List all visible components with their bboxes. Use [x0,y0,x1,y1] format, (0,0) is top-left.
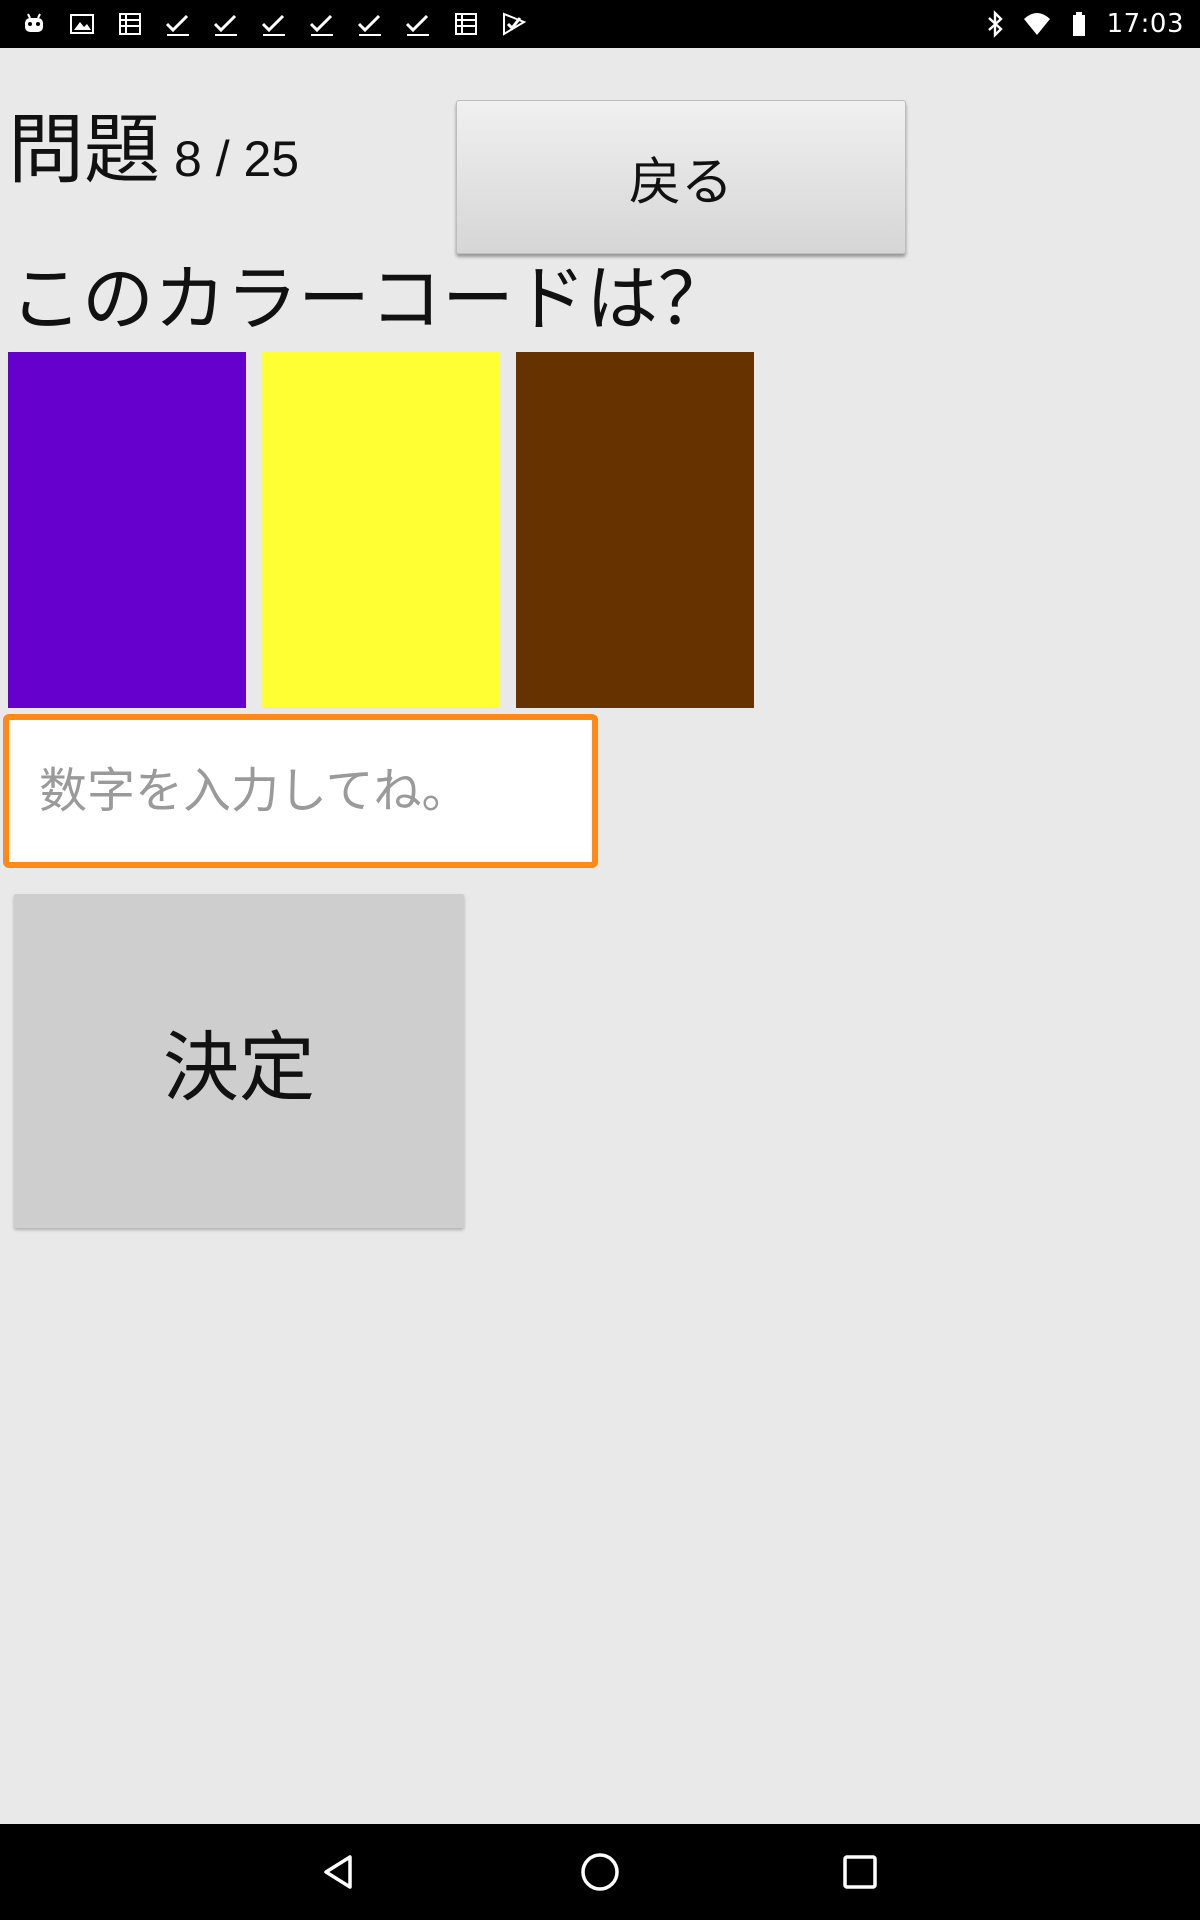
checkmark-icon [357,14,381,36]
clock: 17:03 [1106,9,1184,39]
question-progress: 8 / 25 [174,131,300,187]
nav-back-button[interactable] [305,1837,375,1907]
home-icon [581,1853,619,1891]
status-bar: 17:03 [0,0,1200,48]
swatch-yellow [262,352,500,708]
swatch-brown [516,352,754,708]
swatch-purple [8,352,246,708]
battery-icon [1072,12,1085,36]
storage-icon [119,13,141,35]
question-label: 問題 [8,105,160,194]
wifi-icon [1023,13,1050,35]
back-icon [324,1855,352,1889]
color-swatches [8,352,754,708]
question-title: 問題 8 / 25 [8,88,299,198]
image-icon [70,14,94,34]
navigation-bar [0,1824,1200,1920]
checkmark-icon [309,14,333,36]
checkmark-flag-icon [503,12,527,36]
back-button[interactable]: 戻る [456,100,906,254]
android-icon [25,13,43,32]
notification-icons [20,8,528,40]
system-status: 17:03 [981,0,1184,48]
nav-recents-button[interactable] [825,1837,895,1907]
header: 問題 8 / 25 戻る [0,48,1200,254]
answer-input[interactable] [3,714,598,868]
checkmark-icon [405,14,429,36]
checkmark-icon [165,14,189,36]
recents-icon [843,1855,877,1889]
checkmark-icon [213,14,237,36]
decide-button[interactable]: 決定 [14,894,464,1228]
nav-home-button[interactable] [565,1837,635,1907]
bluetooth-icon [987,10,1003,38]
checkmark-icon [261,14,285,36]
question-prompt: このカラーコードは？ [10,257,731,341]
storage-icon [455,13,477,35]
